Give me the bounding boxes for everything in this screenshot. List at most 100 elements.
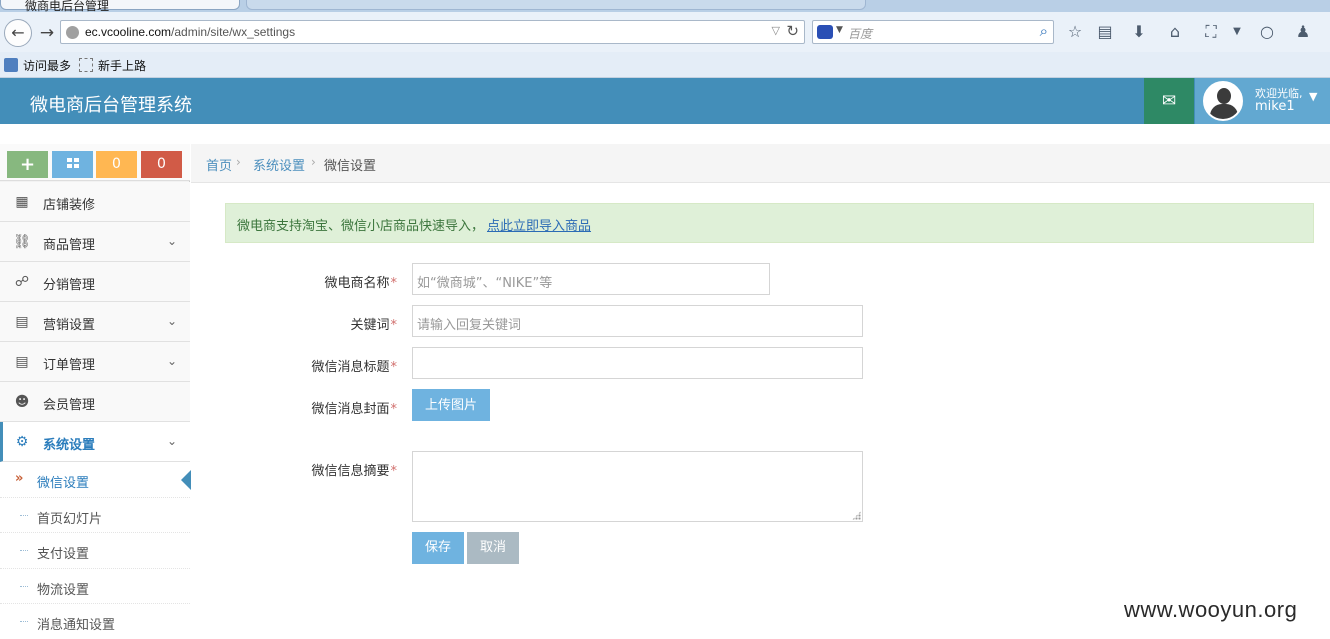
bookmark-most-visited[interactable]: 访问最多: [4, 57, 71, 74]
submenu-item-wechat-settings[interactable]: » 微信设置: [0, 462, 191, 498]
app-title[interactable]: 微电商后台管理系统: [30, 91, 192, 117]
chevron-down-icon: ⌄: [166, 234, 177, 248]
keyword-input[interactable]: 请输入回复关键词: [412, 305, 863, 337]
search-icon[interactable]: ⌕: [1040, 22, 1048, 40]
download-icon[interactable]: ⬇: [1128, 21, 1150, 43]
breadcrumb-home[interactable]: 首页: [206, 155, 232, 174]
browser-tab-title: 微商电后台管理: [25, 0, 110, 12]
document-icon: ▤: [15, 314, 29, 330]
browser-tab[interactable]: [246, 0, 866, 10]
sidebar-item-label: 营销设置: [43, 318, 96, 333]
chevron-down-icon: ⌄: [166, 354, 177, 368]
submenu-item-label: 微信设置: [37, 476, 90, 491]
forward-arrow-icon[interactable]: →: [36, 22, 58, 44]
import-alert: 微电商支持淘宝、微信小店商品快速导入， 点此立即导入商品: [225, 203, 1314, 243]
alert-text: 微电商支持淘宝、微信小店商品快速导入，: [237, 219, 485, 234]
mail-icon[interactable]: ✉: [1144, 78, 1194, 124]
shortcut-add-button[interactable]: +: [7, 151, 48, 178]
shop-name-placeholder: 如“微商城”、“NIKE”等: [417, 276, 553, 291]
username: mike1: [1255, 99, 1295, 114]
chat-icon[interactable]: ○: [1256, 21, 1278, 43]
cancel-button[interactable]: 取消: [467, 532, 519, 564]
chevron-down-icon: ⌄: [166, 434, 177, 448]
shop-name-label: 微电商名称*: [324, 276, 397, 291]
save-button[interactable]: 保存: [412, 532, 464, 564]
sidebar-item-orders[interactable]: ▤ 订单管理 ⌄: [0, 342, 190, 382]
bookmark-icon: [4, 58, 18, 72]
sidebar-item-label: 店铺装修: [43, 198, 96, 213]
grid-icon: ▦: [15, 194, 29, 210]
search-bar[interactable]: ▼ 百度 ⌕: [812, 20, 1054, 44]
search-engine-icon[interactable]: [817, 25, 833, 39]
resize-handle-icon[interactable]: [852, 511, 861, 520]
sidebar-item-label: 商品管理: [43, 238, 96, 253]
clipboard-icon[interactable]: ▤: [1094, 21, 1116, 43]
breadcrumb-current: 微信设置: [324, 159, 377, 174]
submenu-item-payment[interactable]: 支付设置: [0, 533, 190, 569]
shortcut-alert-button[interactable]: 0: [141, 151, 182, 178]
import-products-link[interactable]: 点此立即导入商品: [487, 215, 591, 234]
cart-icon: ⛓: [13, 234, 31, 250]
keyword-placeholder: 请输入回复关键词: [417, 318, 522, 333]
submenu-item-notifications[interactable]: 消息通知设置: [0, 604, 190, 639]
page-icon: [79, 58, 93, 72]
submenu-item-label: 首页幻灯片: [37, 511, 103, 527]
url-text: ec.vcooline.com/admin/site/wx_settings: [85, 25, 296, 39]
keyword-label: 关键词*: [350, 318, 397, 333]
message-title-input[interactable]: [412, 347, 863, 379]
breadcrumb: 首页 › 系统设置 › 微信设置: [191, 144, 1330, 183]
chevron-down-icon[interactable]: ▼: [1226, 21, 1248, 43]
chevron-down-icon[interactable]: ▼: [836, 25, 843, 35]
home-icon[interactable]: ⌂: [1164, 21, 1186, 43]
breadcrumb-separator-icon: ›: [311, 155, 316, 169]
share-icon: ☍: [14, 274, 30, 290]
breadcrumb-separator-icon: ›: [236, 155, 241, 169]
crop-icon[interactable]: ⛶: [1200, 21, 1222, 43]
sidebar-item-products[interactable]: ⛓ 商品管理 ⌄: [0, 222, 190, 262]
summary-textarea[interactable]: [412, 451, 863, 522]
user-menu[interactable]: 欢迎光临, mike1 ▼: [1195, 78, 1330, 124]
sidebar-item-label: 分销管理: [43, 278, 96, 293]
browser-navbar: ← → ec.vcooline.com/admin/site/wx_settin…: [0, 12, 1330, 52]
sidebar-item-label: 系统设置: [43, 438, 96, 453]
document-icon: ▤: [15, 354, 29, 370]
shop-name-input[interactable]: 如“微商城”、“NIKE”等: [412, 263, 770, 295]
shortcut-count-button[interactable]: 0: [96, 151, 137, 178]
sidebar-shortcuts: + 0 0: [0, 144, 190, 181]
grid-icon: [66, 158, 79, 169]
caret-down-icon: ▼: [1309, 90, 1318, 103]
sidebar-item-label: 订单管理: [43, 358, 96, 373]
upload-image-button[interactable]: 上传图片: [412, 389, 490, 421]
bookmark-getting-started[interactable]: 新手上路: [79, 57, 146, 74]
star-icon[interactable]: ☆: [1064, 21, 1086, 43]
message-cover-label: 微信消息封面*: [311, 402, 397, 417]
submenu-item-label: 支付设置: [37, 547, 90, 562]
sidebar-submenu: » 微信设置 首页幻灯片 支付设置 物流设置 消息通知设置: [0, 462, 191, 639]
gear-icon: ⚙: [15, 434, 29, 450]
history-dropdown-icon[interactable]: ▽: [772, 24, 780, 37]
sidebar-item-members[interactable]: ☻ 会员管理: [0, 382, 190, 422]
address-bar[interactable]: ec.vcooline.com/admin/site/wx_settings ▽…: [60, 20, 805, 44]
submenu-item-logistics[interactable]: 物流设置: [0, 569, 190, 604]
sidebar-item-marketing[interactable]: ▤ 营销设置 ⌄: [0, 302, 190, 342]
active-indicator: [181, 470, 191, 490]
sidebar-item-store-decoration[interactable]: ▦ 店铺装修: [0, 182, 190, 222]
summary-label: 微信信息摘要*: [311, 464, 397, 479]
users-icon: ☻: [14, 394, 30, 410]
back-arrow-icon[interactable]: ←: [4, 19, 32, 47]
sidebar-item-distribution[interactable]: ☍ 分销管理: [0, 262, 190, 302]
submenu-item-home-slides[interactable]: 首页幻灯片: [0, 498, 190, 533]
reload-icon[interactable]: ↻: [786, 22, 799, 40]
sidebar-item-label: 会员管理: [43, 398, 96, 413]
submenu-item-label: 物流设置: [37, 582, 90, 598]
sidebar-item-system-settings[interactable]: ⚙ 系统设置 ⌄: [0, 422, 190, 462]
breadcrumb-system-settings[interactable]: 系统设置: [253, 155, 305, 174]
watermark: www.wooyun.org: [1124, 597, 1298, 622]
search-placeholder: 百度: [848, 27, 873, 41]
app-header: 微电商后台管理系统 ✉ 欢迎光临, mike1 ▼: [0, 78, 1330, 124]
sidebar-menu: ▦ 店铺装修 ⛓ 商品管理 ⌄ ☍ 分销管理 ▤ 营销设置 ⌄ ▤ 订单管理 ⌄…: [0, 182, 191, 639]
browser-tab-active[interactable]: 微商电后台管理: [0, 0, 240, 12]
sidebar: + 0 0 ▦ 店铺装修 ⛓ 商品管理 ⌄ ☍ 分销管理 ▤ 营销设置 ⌄ ▤ …: [0, 124, 191, 639]
shortcut-grid-button[interactable]: [52, 151, 93, 178]
user-icon[interactable]: ♟: [1292, 21, 1314, 43]
